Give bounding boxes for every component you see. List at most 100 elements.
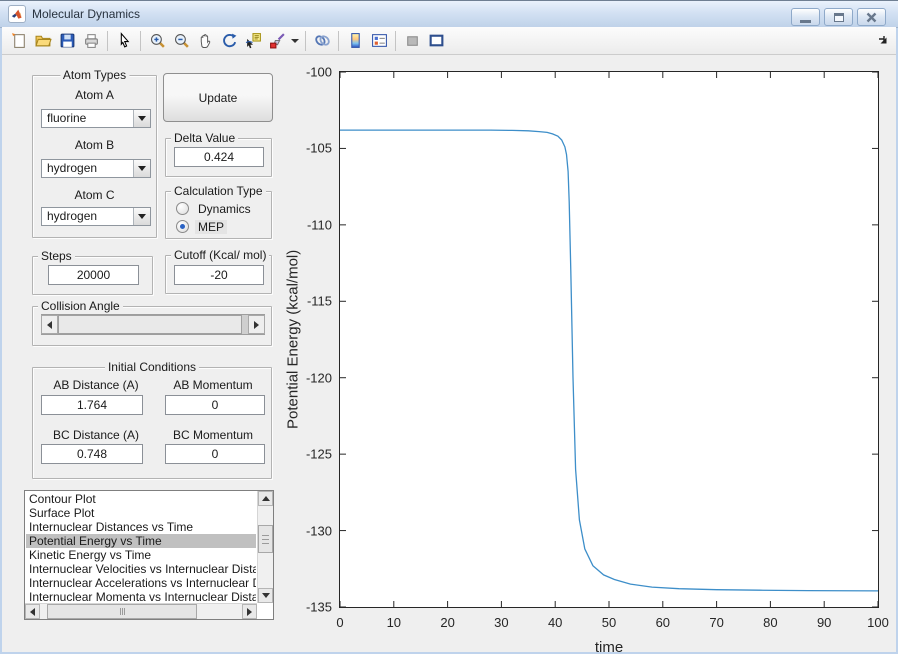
ab-momentum-field[interactable]: 0 bbox=[165, 395, 265, 415]
steps-field[interactable]: 20000 bbox=[48, 265, 139, 285]
scroll-right-button[interactable] bbox=[242, 604, 257, 619]
listbox-horizontal-scrollbar[interactable] bbox=[25, 603, 257, 619]
cutoff-field[interactable]: -20 bbox=[174, 265, 264, 285]
mep-radio[interactable] bbox=[176, 220, 189, 233]
new-figure-button[interactable] bbox=[7, 29, 31, 53]
list-item[interactable]: Potential Energy vs Time bbox=[26, 534, 256, 548]
close-icon bbox=[866, 12, 877, 23]
toolbar-overflow-icon[interactable] bbox=[878, 35, 888, 45]
scroll-left-button[interactable] bbox=[25, 604, 40, 619]
hide-plot-tools-button[interactable] bbox=[400, 29, 424, 53]
list-item[interactable]: Surface Plot bbox=[26, 506, 256, 520]
zoom-out-button[interactable] bbox=[169, 29, 193, 53]
toolbar-separator bbox=[107, 31, 108, 51]
save-figure-button[interactable] bbox=[55, 29, 79, 53]
bc-momentum-field[interactable]: 0 bbox=[165, 444, 265, 464]
scroll-up-button[interactable] bbox=[258, 491, 273, 506]
initial-conditions-panel: Initial Conditions AB Distance (A) AB Mo… bbox=[32, 367, 272, 479]
save-floppy-icon bbox=[59, 32, 76, 49]
pan-button[interactable] bbox=[193, 29, 217, 53]
y-tick-label: -120 bbox=[290, 370, 332, 385]
pan-hand-icon bbox=[197, 32, 214, 49]
collision-angle-panel: Collision Angle bbox=[32, 306, 272, 346]
pointer-arrow-icon bbox=[116, 32, 133, 49]
brush-dropdown-caret-icon[interactable] bbox=[291, 39, 299, 43]
open-file-button[interactable] bbox=[31, 29, 55, 53]
x-tick-label: 0 bbox=[336, 615, 343, 630]
dynamics-radio-row[interactable]: Dynamics bbox=[176, 201, 254, 216]
list-item[interactable]: Internuclear Accelerations vs Internucle… bbox=[26, 576, 256, 590]
insert-legend-button[interactable] bbox=[367, 29, 391, 53]
atom-c-dropdown-button[interactable] bbox=[133, 208, 150, 225]
zoom-out-icon bbox=[173, 32, 190, 49]
zoom-in-icon bbox=[149, 32, 166, 49]
toolbar-separator bbox=[338, 31, 339, 51]
scroll-down-button[interactable] bbox=[258, 588, 273, 603]
link-plot-button[interactable] bbox=[310, 29, 334, 53]
potential-energy-line-chart bbox=[340, 72, 878, 607]
list-item[interactable]: Contour Plot bbox=[26, 492, 256, 506]
edit-plot-button[interactable] bbox=[112, 29, 136, 53]
list-item[interactable]: Kinetic Energy vs Time bbox=[26, 548, 256, 562]
vertical-scroll-thumb[interactable] bbox=[258, 525, 273, 553]
bc-distance-field[interactable]: 0.748 bbox=[41, 444, 143, 464]
plot-type-list: Contour PlotSurface PlotInternuclear Dis… bbox=[26, 492, 256, 602]
horizontal-scroll-thumb[interactable] bbox=[47, 604, 197, 619]
close-button[interactable] bbox=[857, 8, 886, 26]
atom-a-dropdown[interactable]: fluorine bbox=[41, 109, 151, 128]
triangle-left-icon bbox=[47, 321, 52, 329]
atom-types-panel: Atom Types Atom A fluorine Atom B hydrog… bbox=[32, 75, 157, 238]
dynamics-radio[interactable] bbox=[176, 202, 189, 215]
atom-b-dropdown-button[interactable] bbox=[133, 160, 150, 177]
plot-axes[interactable]: time Potential Energy (kcal/mol) 0102030… bbox=[339, 71, 879, 608]
list-item[interactable]: Internuclear Momenta vs Internuclear Dis… bbox=[26, 590, 256, 602]
x-tick-label: 10 bbox=[387, 615, 401, 630]
rotate-3d-button[interactable] bbox=[217, 29, 241, 53]
app-window: Molecular Dynamics bbox=[0, 0, 898, 654]
open-folder-icon bbox=[35, 32, 52, 49]
atom-b-dropdown[interactable]: hydrogen bbox=[41, 159, 151, 178]
x-tick-label: 80 bbox=[763, 615, 777, 630]
toolbar-separator bbox=[395, 31, 396, 51]
show-plot-tools-button[interactable] bbox=[424, 29, 448, 53]
listbox-vertical-scrollbar[interactable] bbox=[257, 491, 273, 603]
slider-thumb[interactable] bbox=[58, 315, 242, 334]
figure-toolbar bbox=[2, 27, 896, 55]
brush-icon bbox=[269, 32, 286, 49]
ab-distance-field[interactable]: 1.764 bbox=[41, 395, 143, 415]
toolbar-separator bbox=[140, 31, 141, 51]
potential-energy-series-line bbox=[340, 130, 878, 591]
delta-value-field[interactable]: 0.424 bbox=[174, 147, 264, 167]
atom-a-dropdown-button[interactable] bbox=[133, 110, 150, 127]
mep-radio-row[interactable]: MEP bbox=[176, 219, 227, 234]
zoom-in-button[interactable] bbox=[145, 29, 169, 53]
list-item[interactable]: Internuclear Distances vs Time bbox=[26, 520, 256, 534]
plot-type-listbox[interactable]: Contour PlotSurface PlotInternuclear Dis… bbox=[24, 490, 274, 620]
x-tick-label: 90 bbox=[817, 615, 831, 630]
x-tick-label: 70 bbox=[709, 615, 723, 630]
slider-left-arrow[interactable] bbox=[41, 315, 58, 334]
cutoff-title: Cutoff (Kcal/ mol) bbox=[171, 248, 269, 262]
slider-right-arrow[interactable] bbox=[248, 315, 265, 334]
atom-c-label: Atom C bbox=[33, 188, 156, 202]
bc-distance-label: BC Distance (A) bbox=[41, 428, 151, 442]
y-tick-label: -135 bbox=[290, 600, 332, 615]
insert-colorbar-button[interactable] bbox=[343, 29, 367, 53]
ab-distance-label: AB Distance (A) bbox=[41, 378, 151, 392]
delta-value-panel: Delta Value 0.424 bbox=[165, 138, 272, 177]
window-title: Molecular Dynamics bbox=[32, 7, 140, 21]
print-figure-button[interactable] bbox=[79, 29, 103, 53]
collision-angle-slider[interactable] bbox=[41, 314, 265, 335]
thumb-grip-icon bbox=[262, 543, 269, 544]
steps-panel: Steps 20000 bbox=[32, 256, 153, 295]
update-button-label: Update bbox=[199, 91, 238, 105]
list-item[interactable]: Internuclear Velocities vs Internuclear … bbox=[26, 562, 256, 576]
brush-data-button[interactable] bbox=[265, 29, 289, 53]
minimize-button[interactable] bbox=[791, 8, 820, 26]
update-button[interactable]: Update bbox=[163, 73, 273, 122]
maximize-button[interactable] bbox=[824, 8, 853, 26]
data-cursor-button[interactable] bbox=[241, 29, 265, 53]
figure-canvas: Atom Types Atom A fluorine Atom B hydrog… bbox=[2, 55, 896, 652]
delta-value-title: Delta Value bbox=[171, 131, 238, 145]
atom-c-dropdown[interactable]: hydrogen bbox=[41, 207, 151, 226]
